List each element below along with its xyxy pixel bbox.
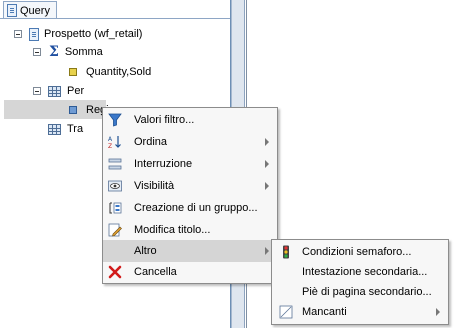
tree-node-sum-field[interactable]: Quantity,Sold — [69, 63, 151, 81]
dimension-field-icon — [69, 106, 77, 114]
menu-item-sort[interactable]: A Z Ordina — [103, 131, 275, 153]
tree-node-sum[interactable]: Σ Somma — [49, 43, 103, 61]
menu-item-visibility[interactable]: Visibilità — [103, 175, 275, 197]
tree-node-across[interactable]: Tra — [48, 120, 83, 138]
report-icon — [29, 27, 39, 41]
menu-item-more[interactable]: Altro — [103, 240, 275, 262]
svg-text:A: A — [108, 136, 113, 143]
traffic-light-icon — [279, 245, 293, 259]
menu-item-create-group[interactable]: Creazione di un gruppo... — [103, 197, 275, 219]
submenu-arrow-icon — [265, 160, 269, 168]
menu-item-edit-title[interactable]: Modifica titolo... — [103, 219, 275, 241]
collapse-toggle-by[interactable] — [33, 87, 41, 95]
funnel-icon — [108, 113, 122, 127]
edit-title-icon — [108, 223, 122, 237]
tree-node-sum-field-label: Quantity,Sold — [86, 66, 152, 78]
menu-item-delete[interactable]: Cancella — [103, 261, 275, 283]
menu-item-filter-values[interactable]: Valori filtro... — [103, 109, 275, 131]
collapse-toggle-sum[interactable] — [33, 48, 41, 56]
tree-node-root-label: Prospetto (wf_retail) — [44, 28, 143, 40]
delete-icon — [108, 265, 122, 279]
tree-node-by-label: Per — [67, 85, 85, 97]
grid-icon — [48, 123, 61, 135]
submenu-item-secondary-footer[interactable]: Piè di pagina secondario... — [272, 282, 446, 302]
query-tab[interactable]: Query — [3, 1, 57, 19]
submenu-arrow-icon — [265, 138, 269, 146]
tab-divider — [0, 18, 230, 19]
query-tab-label: Query — [20, 4, 50, 17]
group-icon — [108, 201, 122, 215]
eye-icon — [108, 179, 122, 193]
submenu-item-traffic-light[interactable]: Condizioni semaforo... — [272, 242, 446, 262]
break-icon — [108, 157, 122, 171]
submenu-arrow-icon — [265, 247, 269, 255]
sigma-icon: Σ — [49, 44, 59, 60]
missing-icon — [279, 305, 293, 319]
menu-item-break[interactable]: Interruzione — [103, 153, 275, 175]
document-icon — [7, 4, 17, 17]
tree-node-root[interactable]: Prospetto (wf_retail) — [29, 25, 142, 43]
submenu-more: Condizioni semaforo... Intestazione seco… — [271, 239, 449, 325]
tree-node-across-label: Tra — [67, 123, 84, 135]
submenu-arrow-icon — [436, 308, 440, 316]
submenu-arrow-icon — [265, 182, 269, 190]
submenu-item-missing[interactable]: Mancanti — [272, 302, 446, 322]
collapse-toggle-root[interactable] — [14, 30, 22, 38]
tree-node-by[interactable]: Per — [48, 82, 84, 100]
tree-node-sum-label: Somma — [64, 46, 103, 58]
svg-text:Z: Z — [108, 143, 112, 149]
measure-field-icon — [69, 68, 77, 76]
context-menu: Valori filtro... A Z Ordina Interruzione — [102, 107, 278, 284]
submenu-item-secondary-header[interactable]: Intestazione secondaria... — [272, 262, 446, 282]
sort-az-icon: A Z — [108, 135, 122, 149]
grid-icon — [48, 85, 61, 97]
